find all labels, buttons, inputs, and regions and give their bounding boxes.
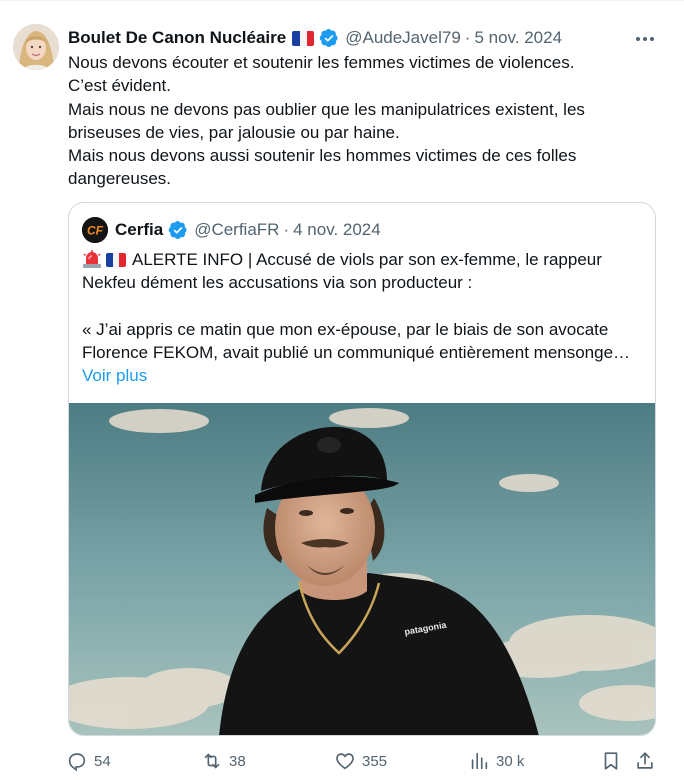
tweet-text-line: Mais nous devons aussi soutenir les homm…	[68, 146, 577, 189]
more-button[interactable]	[628, 26, 662, 50]
quoted-media-image[interactable]: patagonia	[69, 403, 655, 735]
share-button[interactable]	[634, 746, 656, 776]
tweet[interactable]: Boulet De Canon Nucléaire @AudeJavel79 ·…	[0, 0, 684, 782]
more-icon	[635, 29, 655, 47]
bookmark-button[interactable]	[600, 746, 622, 776]
verified-icon[interactable]	[168, 220, 188, 240]
quoted-text-alert: ALERTE INFO | Accusé de viols par son ex…	[82, 250, 602, 293]
svg-text:CF: CF	[87, 224, 104, 238]
header-separator: ·	[464, 28, 471, 47]
view-count: 30 k	[496, 752, 525, 770]
verified-icon[interactable]	[319, 28, 339, 48]
tweet-header: Boulet De Canon Nucléaire @AudeJavel79 ·…	[68, 26, 562, 50]
quoted-header: CF Cerfia @CerfiaFR · 4 nov. 2024	[82, 217, 381, 243]
views-icon	[468, 750, 490, 772]
reply-count: 54	[94, 752, 111, 770]
tweet-text: Nous devons écouter et soutenir les femm…	[68, 51, 648, 191]
like-count: 355	[362, 752, 388, 770]
show-more-link[interactable]: Voir plus	[82, 364, 147, 387]
cerfia-logo-icon[interactable]: CF	[82, 217, 108, 243]
author-handle[interactable]: @AudeJavel79	[345, 28, 461, 48]
tweet-text-line: Nous devons écouter et soutenir les femm…	[68, 53, 575, 72]
like-icon	[334, 750, 356, 772]
quoted-text: ALERTE INFO | Accusé de viols par son ex…	[82, 248, 642, 387]
reply-icon	[66, 750, 88, 772]
quoted-date[interactable]: 4 nov. 2024	[293, 220, 381, 240]
french-flag-icon	[292, 30, 315, 46]
repost-count: 38	[229, 752, 246, 770]
quoted-tweet[interactable]: CF Cerfia @CerfiaFR · 4 nov. 2024 ALERTE…	[68, 202, 656, 736]
tweet-text-line: C’est évident.	[68, 76, 171, 96]
quoted-text-line: ALERTE INFO | Accusé de viols par son ex…	[82, 248, 642, 295]
reply-button[interactable]: 54	[66, 746, 111, 776]
tweet-text-line: Mais nous ne devons pas oublier que les …	[68, 99, 585, 142]
views-button[interactable]: 30 k	[468, 746, 524, 776]
tweet-date[interactable]: 5 nov. 2024	[474, 28, 562, 48]
quoted-author-handle[interactable]: @CerfiaFR	[194, 220, 279, 240]
quoted-author-name[interactable]: Cerfia	[115, 220, 163, 240]
french-flag-icon	[106, 253, 126, 267]
quoted-text-line: « J’ai appris ce matin que mon ex-épouse…	[82, 319, 631, 362]
avatar[interactable]	[13, 24, 59, 70]
repost-icon	[201, 750, 223, 772]
bookmark-icon	[600, 750, 622, 772]
like-button[interactable]: 355	[334, 746, 387, 776]
rotating-light-icon	[82, 250, 102, 268]
quoted-header-separator: ·	[283, 220, 290, 239]
action-bar: 54 38 355 30 k	[66, 746, 662, 776]
share-icon	[634, 750, 656, 772]
author-name[interactable]: Boulet De Canon Nucléaire	[68, 28, 286, 48]
repost-button[interactable]: 38	[201, 746, 246, 776]
